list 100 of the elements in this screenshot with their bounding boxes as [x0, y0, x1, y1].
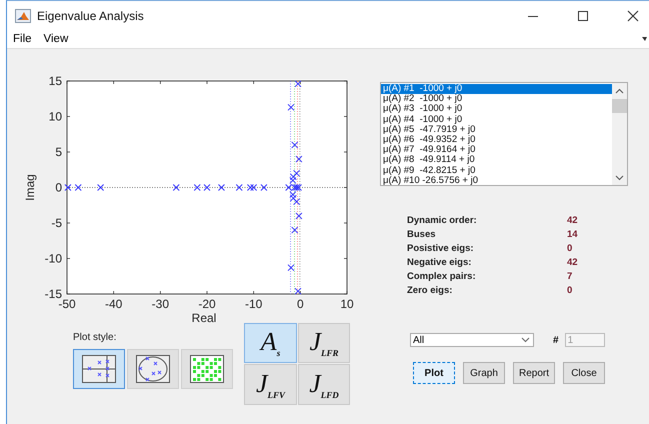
data-point	[288, 104, 294, 111]
stat-value: 7	[567, 270, 574, 283]
chevron-down-icon	[521, 337, 530, 343]
tick-label: -30	[152, 297, 169, 311]
tick-label: 0	[55, 180, 62, 194]
list-item[interactable]: μ(A) #8 -49.9114 + j0	[381, 155, 612, 166]
action-button[interactable]: Graph	[463, 362, 505, 384]
stat-label: Posistive eigs:	[407, 242, 475, 255]
tick-mark	[253, 80, 254, 84]
tick-label: 0	[297, 297, 304, 311]
stat-value: 14	[567, 228, 579, 241]
plot-style-button[interactable]	[127, 349, 179, 389]
menu-item[interactable]: File	[13, 32, 32, 44]
tick-label: 15	[48, 74, 62, 88]
circle-plot-icon	[136, 355, 170, 383]
tick-mark	[66, 116, 70, 117]
tick-label: 10	[48, 110, 62, 124]
list-item[interactable]: μ(A) #3 -1000 + j0	[381, 104, 612, 115]
stat-label: Buses	[407, 228, 437, 241]
plot-style-button[interactable]	[181, 349, 233, 389]
matrix-button[interactable]: A$_{s}$	[244, 323, 297, 363]
tick-label: -10	[245, 297, 262, 311]
stat-value: 42	[567, 214, 579, 227]
stat-label: Negative eigs:	[407, 256, 472, 269]
tick-mark	[66, 258, 70, 259]
matrix-button[interactable]: J$_{LFD}$	[298, 364, 350, 405]
tick-mark	[344, 187, 348, 188]
data-point	[194, 184, 201, 191]
stat-value: 0	[567, 284, 574, 297]
data-point	[295, 212, 302, 220]
tick-mark	[344, 258, 348, 259]
action-button[interactable]: Plot	[413, 362, 455, 384]
data-point	[236, 184, 243, 191]
stat-label: Complex pairs:	[407, 270, 477, 283]
grid-plot-icon	[190, 355, 224, 383]
data-point	[64, 184, 72, 191]
dock-arrow-icon[interactable]	[642, 36, 647, 41]
maximize-icon[interactable]	[577, 10, 589, 22]
list-item[interactable]: μ(A) #1 -1000 + j0	[381, 84, 612, 94]
axis-title: Real	[192, 311, 216, 325]
axis-title: Imag	[23, 174, 37, 201]
data-point	[74, 184, 82, 191]
stat-value: 0	[567, 242, 574, 255]
data-point	[204, 184, 210, 191]
data-point	[291, 141, 298, 148]
data-point	[260, 184, 268, 191]
tick-mark	[253, 290, 254, 294]
scroll-thumb[interactable]	[612, 99, 627, 113]
tick-label: -40	[105, 297, 122, 311]
data-point	[294, 80, 302, 88]
close-icon[interactable]	[627, 10, 639, 22]
data-point	[218, 184, 225, 191]
scroll-up-icon[interactable]	[615, 88, 624, 94]
tick-label: -20	[198, 297, 216, 311]
data-point	[172, 184, 180, 191]
action-button[interactable]: Close	[563, 362, 605, 384]
stat-value: 42	[567, 256, 579, 269]
list-item[interactable]: μ(A) #4 -1000 + j0	[381, 114, 612, 125]
stat-label: Zero eigs:	[407, 284, 454, 297]
plot-style-label: Plot style:	[73, 332, 118, 343]
index-label: #	[553, 334, 559, 346]
tick-mark	[344, 222, 348, 224]
tick-label: 10	[340, 297, 354, 311]
tick-mark	[113, 80, 114, 84]
app-icon	[15, 9, 31, 23]
tick-mark	[160, 80, 161, 84]
filter-dropdown[interactable]: All	[410, 333, 534, 347]
tick-mark	[300, 290, 301, 294]
eigenvalue-list[interactable]	[380, 82, 628, 186]
data-point	[291, 226, 298, 234]
action-button[interactable]: Report	[513, 362, 555, 384]
matrix-button[interactable]: J$_{LFV}$	[244, 364, 297, 405]
stat-label: Dynamic order:	[407, 214, 478, 227]
data-point	[288, 264, 294, 272]
tick-mark	[344, 116, 348, 117]
tick-label: -10	[44, 252, 62, 266]
list-item[interactable]: μ(A) #9 -42.8215 + j0	[381, 166, 612, 176]
axes-plot-icon	[82, 355, 116, 383]
tick-mark	[66, 222, 70, 224]
tick-label: -5	[51, 216, 62, 230]
scrollbar[interactable]	[612, 83, 627, 185]
tick-mark	[160, 290, 161, 294]
menu-item[interactable]: View	[44, 32, 68, 44]
list-item[interactable]: μ(A) #6 -49.9352 + j0	[381, 135, 612, 146]
list-item[interactable]: μ(A) #2 -1000 + j0	[381, 94, 612, 104]
tick-mark	[206, 290, 208, 294]
scroll-down-icon[interactable]	[615, 175, 624, 181]
window-title: Eigenvalue Analysis	[37, 9, 144, 23]
data-point	[295, 156, 302, 163]
list-item[interactable]: μ(A) #7 -49.9164 + j0	[381, 145, 612, 156]
tick-mark	[206, 80, 208, 84]
plot-style-button[interactable]	[73, 349, 125, 389]
tick-mark	[113, 290, 114, 294]
list-item[interactable]: μ(A) #10 -26.5756 + j0	[381, 176, 612, 185]
matrix-button[interactable]: J$_{LFR}$	[298, 323, 350, 363]
data-point	[294, 288, 302, 295]
tick-mark	[300, 80, 301, 84]
tick-label: 5	[55, 145, 62, 159]
data-point	[97, 184, 104, 191]
list-item[interactable]: μ(A) #5 -47.7919 + j0	[381, 124, 612, 136]
